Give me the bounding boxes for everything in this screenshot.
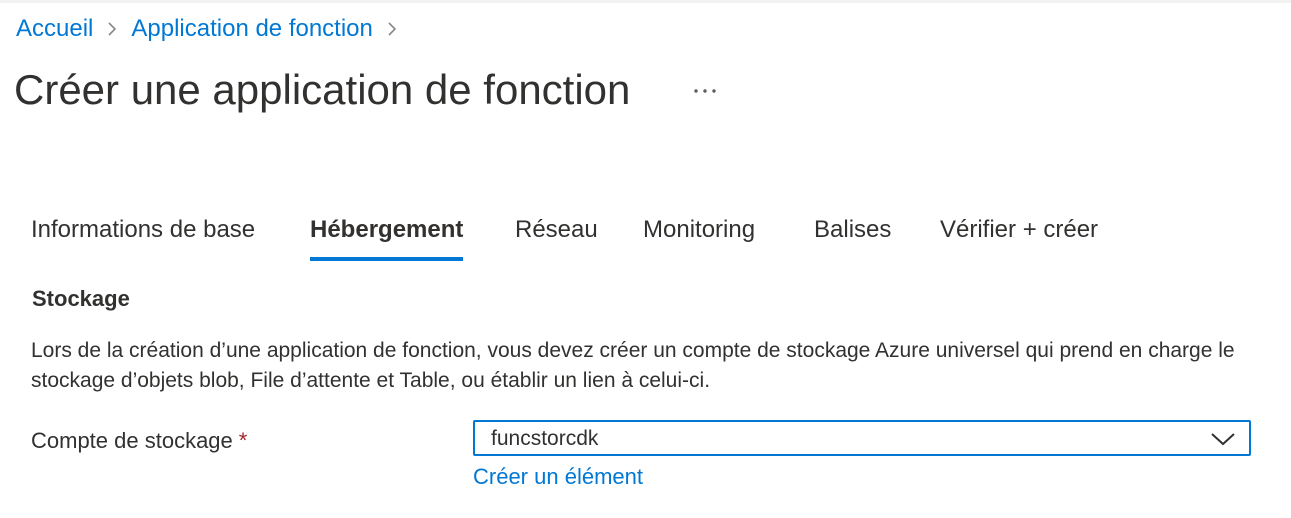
storage-description: Lors de la création d’une application de…	[31, 339, 1235, 392]
storage-account-label-text: Compte de stockage	[31, 428, 233, 453]
more-options-button[interactable]	[688, 76, 722, 106]
tab-basics[interactable]: Informations de base	[31, 212, 255, 262]
section-title-storage: Stockage	[32, 286, 130, 311]
tab-tags[interactable]: Balises	[814, 212, 891, 262]
tab-review-create[interactable]: Vérifier + créer	[940, 212, 1098, 262]
breadcrumb-link-function-app[interactable]: Application de fonction	[131, 14, 373, 44]
top-border	[0, 0, 1291, 3]
chevron-right-icon	[373, 14, 411, 44]
storage-account-value: funcstorcdk	[491, 427, 599, 450]
tab-networking[interactable]: Réseau	[515, 212, 598, 262]
chevron-right-icon	[93, 14, 131, 44]
storage-account-label: Compte de stockage *	[31, 426, 247, 456]
required-marker: *	[238, 428, 248, 453]
breadcrumb: Accueil Application de fonction	[16, 14, 411, 44]
create-new-storage-link[interactable]: Créer un élément	[473, 462, 643, 492]
tab-monitoring[interactable]: Monitoring	[643, 212, 755, 262]
breadcrumb-link-home[interactable]: Accueil	[16, 14, 93, 44]
storage-account-select[interactable]: funcstorcdk	[473, 420, 1251, 456]
more-icon	[694, 89, 716, 93]
page-title: Créer une application de fonction	[14, 66, 631, 113]
chevron-down-icon	[1211, 433, 1235, 446]
tab-hosting[interactable]: Hébergement	[310, 212, 464, 262]
